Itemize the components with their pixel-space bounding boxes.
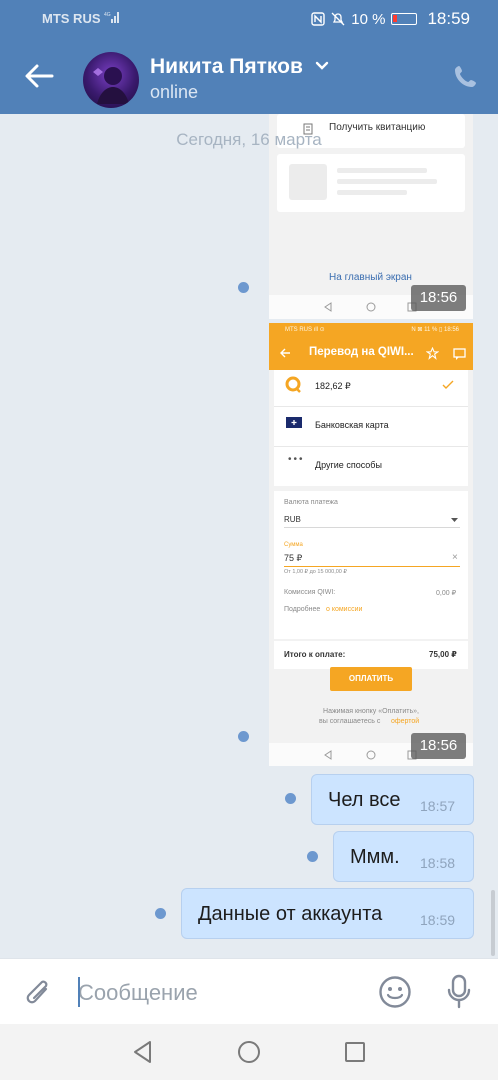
nav-back-icon[interactable] <box>130 1039 156 1065</box>
placeholder-card <box>277 154 465 212</box>
clear-icon: × <box>452 552 458 563</box>
commission-label: Комиссия QIWI: <box>284 589 336 596</box>
pay-button: ОПЛАТИТЬ <box>330 667 412 691</box>
amount-label: Сумма <box>284 542 303 548</box>
system-nav-bar <box>0 1024 498 1080</box>
chat-icon <box>453 348 466 360</box>
nav-home-icon[interactable] <box>236 1039 262 1065</box>
message-time: 18:57 <box>420 798 456 814</box>
qiwi-logo-icon <box>285 376 301 393</box>
message-time: 18:58 <box>420 855 456 871</box>
currency-value: RUB <box>284 515 301 524</box>
microphone-icon[interactable] <box>446 974 472 1010</box>
placeholder-thumb <box>289 164 327 200</box>
star-icon <box>426 347 439 360</box>
total-value: 75,00 ₽ <box>429 650 457 659</box>
message-bubble[interactable]: Данные от аккаунта 18:59 <box>181 888 474 939</box>
unread-dot <box>285 793 296 804</box>
unread-dot <box>238 282 249 293</box>
unread-dot <box>307 851 318 862</box>
text-cursor <box>78 977 80 1007</box>
currency-label: Валюта платежа <box>284 499 338 506</box>
chevron-down-icon[interactable] <box>315 61 329 71</box>
message-bubble[interactable]: Ммм. 18:58 <box>333 831 474 882</box>
qiwi-methods-card: 182,62 ₽ Банковская карта ••• Другие спо… <box>274 370 468 486</box>
signal-icon: 4G <box>104 12 119 23</box>
offer-link: офертой <box>391 718 420 725</box>
emoji-icon[interactable] <box>378 975 412 1009</box>
mini-status-right: N ⊠ 11 % ▯ 18:56 <box>411 327 459 333</box>
image-time: 18:56 <box>411 733 466 759</box>
bank-card-label: Банковская карта <box>315 420 389 430</box>
placeholder-line <box>337 168 427 173</box>
message-text: Данные от аккаунта <box>198 903 383 925</box>
phone-icon[interactable] <box>454 64 478 88</box>
image-time: 18:56 <box>411 285 466 311</box>
other-methods-label: Другие способы <box>315 460 382 470</box>
total-row: Итого к оплате: 75,00 ₽ <box>274 641 468 669</box>
status-right-group: 10 % 18:59 <box>311 9 470 29</box>
footer-line-1: Нажимая кнопку «Оплатить», <box>323 708 419 715</box>
amount-value: 75 ₽ <box>284 553 303 563</box>
commission-value: 0,00 ₽ <box>436 590 457 597</box>
mute-icon <box>331 12 345 26</box>
mini-status-bar: MTS RUS ıll ⊙ N ⊠ 11 % ▯ 18:56 <box>269 323 473 336</box>
qiwi-balance: 182,62 ₽ <box>315 381 351 391</box>
message-input[interactable] <box>78 973 348 1013</box>
paperclip-icon[interactable] <box>24 977 54 1009</box>
unread-dot <box>155 908 166 919</box>
avatar-image <box>93 67 129 104</box>
message-text: Ммм. <box>350 846 400 868</box>
footer-line-2: вы соглашаетесь с <box>319 718 381 725</box>
divider <box>274 446 468 447</box>
qiwi-payment-form: Валюта платежа RUB Сумма 75 ₽ × От 1,00 … <box>274 491 468 639</box>
message-time: 18:59 <box>420 912 456 928</box>
clock: 18:59 <box>427 9 470 28</box>
bank-card-icon <box>286 417 302 428</box>
carrier-label: MTS RUS <box>42 11 101 26</box>
message-composer <box>0 958 498 1024</box>
qiwi-header: Перевод на QIWI... <box>269 336 473 370</box>
more-info-label: Подробнее <box>284 606 321 613</box>
divider <box>284 527 460 528</box>
amount-underline <box>284 566 460 567</box>
chat-history[interactable]: Получить квитанцию На главный экран 18:5… <box>0 114 498 958</box>
network-label: 4G <box>104 12 111 18</box>
qiwi-title: Перевод на QIWI... <box>309 346 414 358</box>
scrollbar[interactable] <box>491 890 495 956</box>
mini-back-icon <box>280 348 290 358</box>
check-icon <box>442 380 454 389</box>
divider <box>274 406 468 407</box>
mini-status-left: MTS RUS ıll ⊙ <box>285 327 325 333</box>
placeholder-line <box>337 190 407 195</box>
status-bar: MTS RUS 4G 10 % 18:59 <box>0 0 498 36</box>
message-bubble[interactable]: Чел все 18:57 <box>311 774 474 825</box>
app-header: MTS RUS 4G 10 % 18:59 Никита Пятков onli… <box>0 0 498 114</box>
more-dots-icon: ••• <box>288 454 305 465</box>
total-label: Итого к оплате: <box>284 650 346 659</box>
home-screen-link: На главный экран <box>329 272 412 283</box>
battery-icon <box>391 13 418 25</box>
contact-name[interactable]: Никита Пятков <box>150 55 303 79</box>
amount-hint: От 1,00 ₽ до 15 000,00 ₽ <box>284 569 347 575</box>
placeholder-line <box>337 179 437 184</box>
nfc-icon <box>311 12 325 26</box>
back-arrow-icon[interactable] <box>24 63 54 89</box>
contact-status: online <box>150 82 199 102</box>
commission-link: о комиссии <box>326 606 363 613</box>
date-separator: Сегодня, 16 марта <box>176 130 322 149</box>
battery-percent: 10 % <box>351 10 386 28</box>
nav-recent-icon[interactable] <box>342 1039 368 1065</box>
select-caret-icon <box>451 518 458 522</box>
image-attachment-2[interactable]: MTS RUS ıll ⊙ N ⊠ 11 % ▯ 18:56 Перевод н… <box>269 323 473 766</box>
message-text: Чел все <box>328 789 401 811</box>
contact-avatar[interactable] <box>83 52 139 108</box>
unread-dot <box>238 731 249 742</box>
